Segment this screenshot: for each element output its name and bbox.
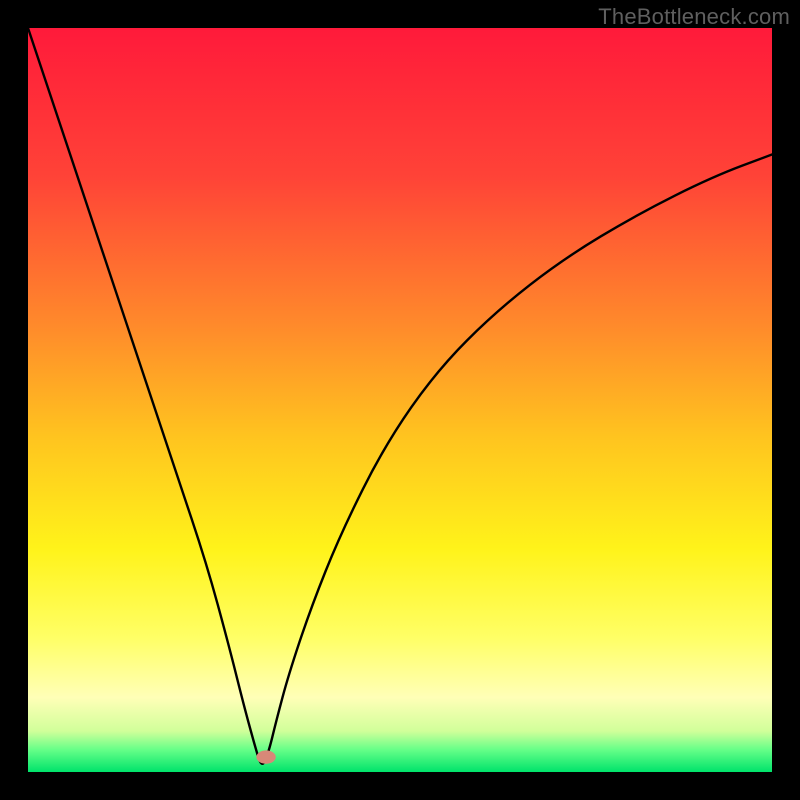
- plot-area: [28, 28, 772, 772]
- bottleneck-chart: [28, 28, 772, 772]
- optimal-point-marker: [256, 750, 275, 763]
- chart-container: TheBottleneck.com: [0, 0, 800, 800]
- watermark-text: TheBottleneck.com: [598, 4, 790, 30]
- gradient-background: [28, 28, 772, 772]
